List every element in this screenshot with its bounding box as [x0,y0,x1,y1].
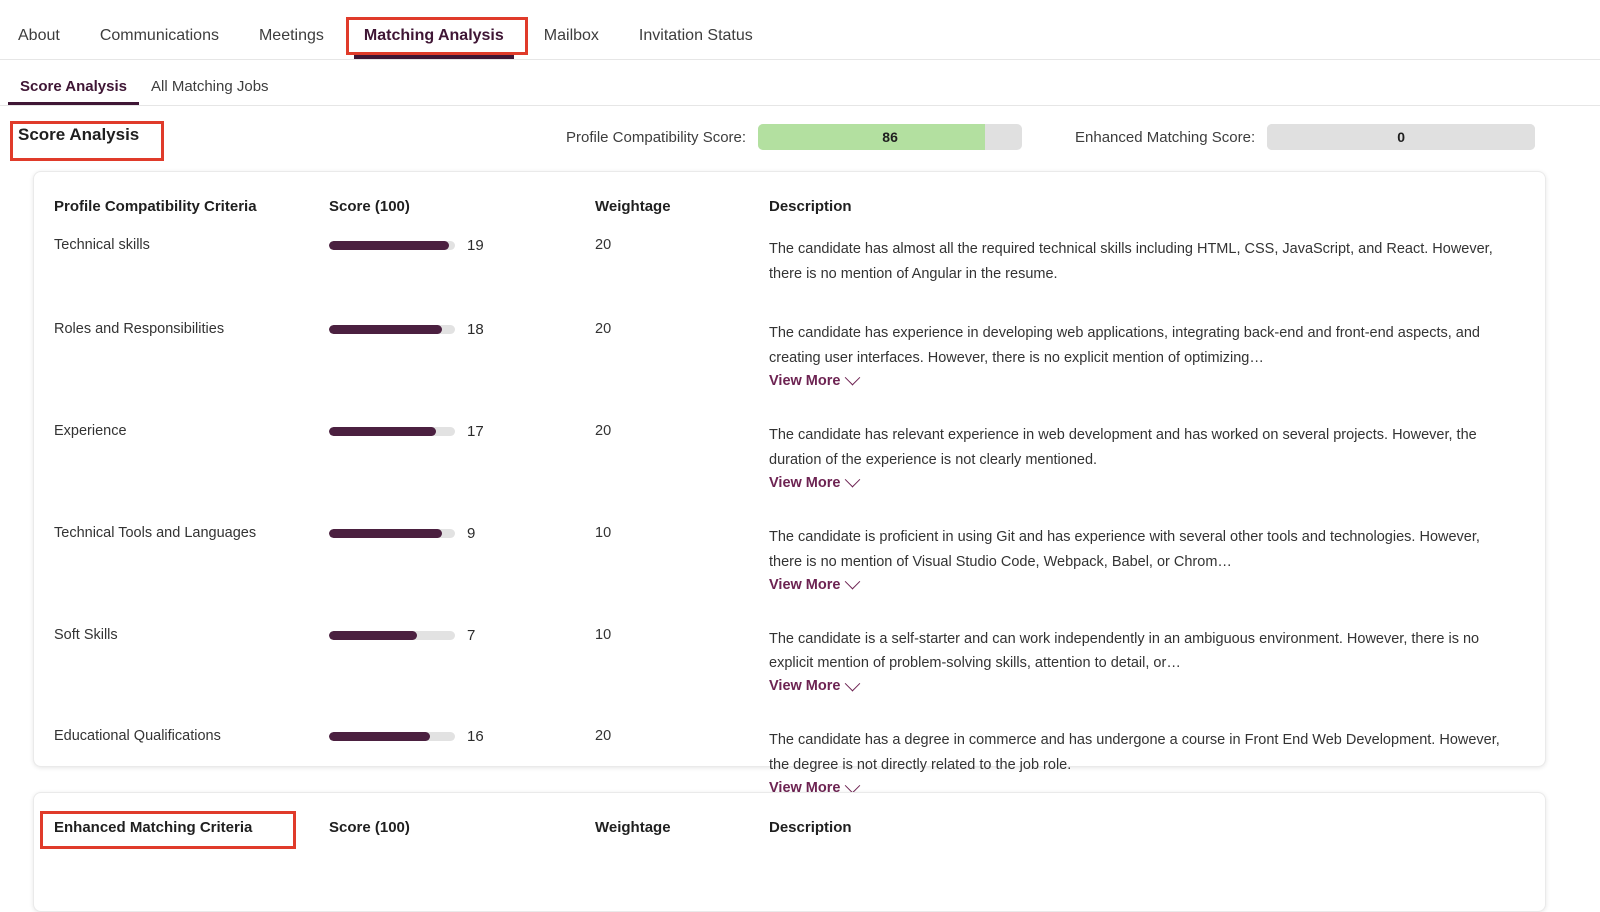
table-header-row: Profile Compatibility Criteria Score (10… [34,172,1545,237]
profile-table-body: Technical skills 19 20 The candidate has al… [34,237,1545,816]
chevron-down-icon [845,675,861,692]
cell-criteria: Roles and Responsibilities [54,320,225,337]
tab-mailbox[interactable]: Mailbox [544,27,599,59]
column-header-enhanced-criteria: Enhanced Matching Criteria [54,819,253,836]
view-more-button[interactable]: View More [769,472,861,491]
description-text: The candidate has a degree in commerce a… [769,732,1500,774]
score-progress-bar [329,732,455,742]
cell-description: The candidate has relevant experience in… [769,423,1545,525]
view-more-label: View More [769,678,841,695]
score-value: 17 [467,422,484,440]
subtab-score-analysis[interactable]: Score Analysis [8,78,139,105]
cell-criteria: Soft Skills [54,626,118,643]
score-progress-fill [329,528,443,538]
tab-matching-analysis[interactable]: Matching Analysis [353,27,514,59]
view-more-label: View More [769,474,841,491]
score-progress-bar [329,324,455,334]
cell-weightage: 10 [595,626,612,643]
tab-communications[interactable]: Communications [100,27,219,59]
description-text: The candidate has almost all the require… [769,241,1493,282]
cell-description: The candidate has experience in developi… [769,321,1545,423]
chevron-down-icon [845,472,861,488]
chevron-down-icon [845,370,861,386]
column-header-score: Score (100) [329,198,410,215]
description-text: The candidate is proficient in using Git… [769,528,1480,570]
cell-description: The candidate has almost all the require… [769,237,1545,321]
table-row: Technical Tools and Languages 9 10 The cand… [34,525,1545,627]
profile-compatibility-card: Profile Compatibility Criteria Score (10… [33,171,1546,796]
column-header-enhanced-description: Description [769,819,852,836]
enhanced-matching-table: Enhanced Matching Criteria Score (100) W… [34,793,1545,858]
column-header-weightage: Weightage [595,198,671,215]
enhanced-matching-score-value: 0 [1397,129,1406,145]
cell-weightage: 20 [595,422,612,439]
subtab-all-matching-jobs[interactable]: All Matching Jobs [139,78,281,105]
secondary-tab-bar: Score Analysis All Matching Jobs [0,60,1600,106]
score-value: 19 [467,237,484,254]
profile-compatibility-table: Profile Compatibility Criteria Score (10… [34,172,1545,816]
view-more-button[interactable]: View More [769,370,861,389]
description-text: The candidate is a self-starter and can … [769,630,1480,672]
cell-description: The candidate is a self-starter and can … [769,627,1545,729]
cell-score: 17 [329,423,579,525]
page-title: Score Analysis [18,125,140,144]
view-more-label: View More [769,372,841,389]
table-row: Soft Skills 7 10 The candidate is a self-st… [34,627,1545,729]
cell-score: 7 [329,627,579,729]
score-progress-bar [329,241,455,250]
cell-score: 19 [329,237,579,321]
column-header-criteria: Profile Compatibility Criteria [54,198,257,215]
table-header-row: Enhanced Matching Criteria Score (100) W… [34,793,1545,858]
cell-score: 18 [329,321,579,423]
column-header-enhanced-weightage: Weightage [595,819,671,836]
score-value: 9 [467,524,476,542]
column-header-enhanced-score: Score (100) [329,819,410,836]
cell-description: The candidate is proficient in using Git… [769,525,1545,627]
profile-compatibility-score-label: Profile Compatibility Score: [566,128,747,146]
view-more-label: View More [769,576,841,593]
cell-criteria: Technical Tools and Languages [54,524,257,541]
profile-compatibility-score-value: 86 [882,129,898,145]
table-row: Roles and Responsibilities 18 20 The candid… [34,321,1545,423]
score-progress-fill [329,241,449,250]
score-progress-bar [329,426,455,436]
score-progress-fill [329,630,418,640]
score-value: 18 [467,320,484,338]
score-progress-fill [329,732,430,742]
cell-criteria: Technical skills [54,237,150,253]
table-row: Technical skills 19 20 The candidate has al… [34,237,1545,321]
view-more-button[interactable]: View More [769,573,861,593]
score-value: 16 [467,728,484,746]
enhanced-matching-card: Enhanced Matching Criteria Score (100) W… [33,792,1546,912]
description-text: The candidate has relevant experience in… [769,426,1477,468]
tab-invitation-status[interactable]: Invitation Status [639,27,753,59]
score-value: 7 [467,626,476,644]
column-header-description: Description [769,198,852,215]
score-progress-bar [329,528,455,538]
score-progress-fill [329,324,443,334]
cell-weightage: 10 [595,524,612,541]
score-progress-fill [329,426,437,436]
enhanced-matching-score-label: Enhanced Matching Score: [1075,128,1256,146]
tab-about[interactable]: About [18,27,60,59]
description-text: The candidate has experience in developi… [769,324,1480,366]
cell-score: 9 [329,525,579,627]
enhanced-matching-score-bar: 0 [1267,124,1536,150]
enhanced-matching-score-group: Enhanced Matching Score: 0 [1075,124,1536,150]
table-row: Experience 17 20 The candidate has relevant… [34,423,1545,525]
chevron-down-icon [845,777,861,794]
tab-meetings[interactable]: Meetings [259,27,324,59]
profile-compatibility-score-group: Profile Compatibility Score: 86 [566,124,1023,150]
cell-criteria: Experience [54,422,127,439]
view-more-button[interactable]: View More [769,675,861,695]
cell-weightage: 20 [595,320,612,337]
primary-tab-bar: About Communications Meetings Matching A… [0,0,1600,60]
score-progress-bar [329,630,455,640]
chevron-down-icon [845,573,861,590]
cell-weightage: 20 [595,237,612,253]
profile-compatibility-score-bar: 86 [758,124,1023,150]
